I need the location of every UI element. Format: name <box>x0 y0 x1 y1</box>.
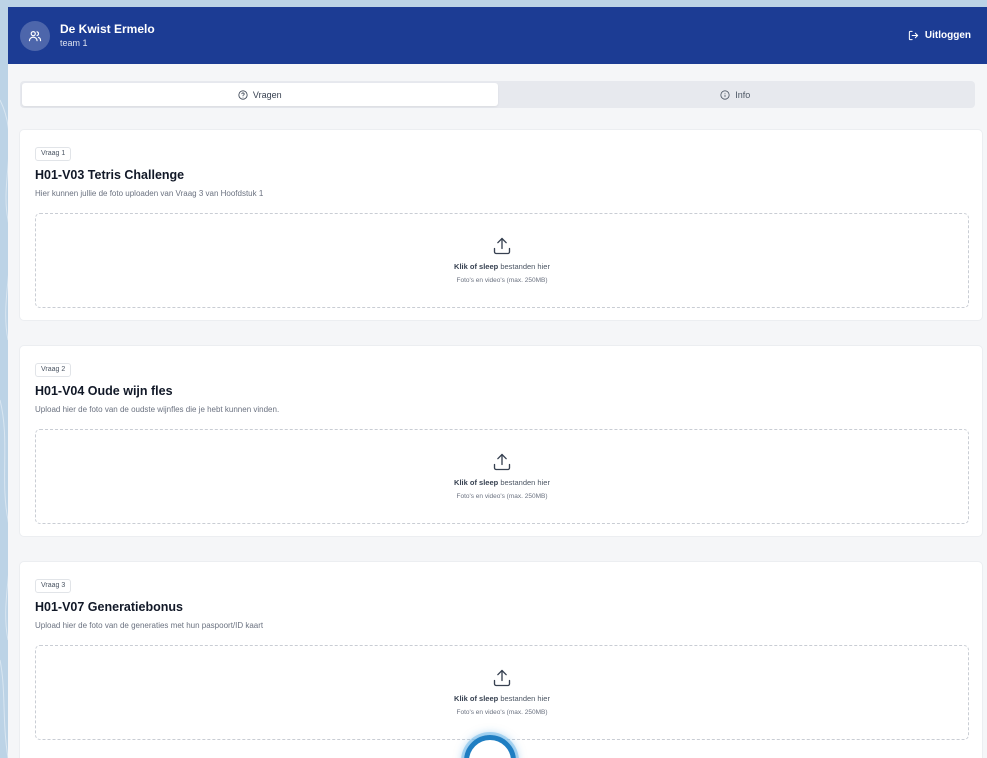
upload-icon <box>493 669 511 687</box>
upload-instruction: Klik of sleep bestanden hier <box>454 478 550 488</box>
question-description: Upload hier de foto van de generaties me… <box>35 621 264 630</box>
question-card: Vraag 1 H01-V03 Tetris Challenge Hier ku… <box>19 129 983 321</box>
upload-hint: Foto's en video's (max. 250MB) <box>456 277 548 284</box>
tab-bar: Vragen Info <box>20 81 975 108</box>
tab-vragen[interactable]: Vragen <box>22 83 498 106</box>
question-title: H01-V04 Oude wijn fles <box>35 384 173 398</box>
upload-instruction-rest: bestanden hier <box>498 478 550 487</box>
logout-label: Uitloggen <box>924 30 971 41</box>
question-description: Upload hier de foto van de oudste wijnfl… <box>35 405 280 414</box>
question-card: Vraag 3 H01-V07 Generatiebonus Upload hi… <box>19 561 983 758</box>
upload-dropzone[interactable]: Klik of sleep bestanden hier Foto's en v… <box>35 213 969 308</box>
team-avatar <box>20 20 50 51</box>
info-circle-icon <box>720 89 730 100</box>
upload-hint: Foto's en video's (max. 250MB) <box>456 709 548 716</box>
question-card: Vraag 2 H01-V04 Oude wijn fles Upload hi… <box>19 345 983 537</box>
upload-instruction: Klik of sleep bestanden hier <box>454 262 550 272</box>
upload-instruction-bold: Klik of sleep <box>454 478 499 487</box>
users-icon <box>28 30 42 41</box>
question-badge: Vraag 1 <box>35 147 72 161</box>
logout-icon <box>908 30 919 41</box>
help-circle-icon <box>238 89 248 100</box>
upload-instruction: Klik of sleep bestanden hier <box>454 694 550 704</box>
team-name: De Kwist Ermelo <box>60 22 155 36</box>
tab-info-label: Info <box>735 89 751 100</box>
question-title: H01-V07 Generatiebonus <box>35 600 183 614</box>
top-bar: De Kwist Ermelo team 1 Uitloggen <box>8 7 987 64</box>
upload-instruction-rest: bestanden hier <box>498 694 550 703</box>
upload-icon <box>493 237 511 255</box>
team-subtitle: team 1 <box>60 38 88 48</box>
upload-hint: Foto's en video's (max. 250MB) <box>456 493 548 500</box>
upload-dropzone[interactable]: Klik of sleep bestanden hier Foto's en v… <box>35 645 969 740</box>
question-title: H01-V03 Tetris Challenge <box>35 168 185 182</box>
upload-instruction-bold: Klik of sleep <box>454 694 499 703</box>
team-info: De Kwist Ermelo team 1 <box>60 22 155 49</box>
question-badge: Vraag 2 <box>35 363 72 377</box>
tab-info[interactable]: Info <box>498 83 974 106</box>
logout-button[interactable]: Uitloggen <box>908 30 971 41</box>
tab-vragen-label: Vragen <box>252 89 282 100</box>
upload-instruction-rest: bestanden hier <box>498 262 550 271</box>
upload-dropzone[interactable]: Klik of sleep bestanden hier Foto's en v… <box>35 429 969 524</box>
app-window: De Kwist Ermelo team 1 Uitloggen Vragen <box>8 7 987 758</box>
question-badge: Vraag 3 <box>35 579 72 593</box>
question-description: Hier kunnen jullie de foto uploaden van … <box>35 189 264 198</box>
upload-icon <box>493 453 511 471</box>
upload-instruction-bold: Klik of sleep <box>454 262 499 271</box>
